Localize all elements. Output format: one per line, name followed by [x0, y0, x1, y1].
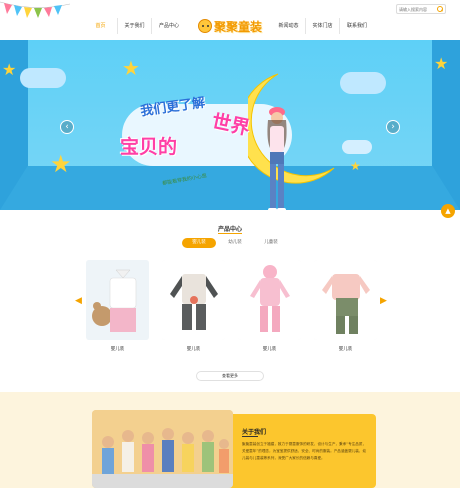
tab-kids[interactable]: 儿童装 — [254, 238, 288, 248]
back-to-top-button[interactable]: ▲ — [441, 204, 455, 218]
nav-about[interactable]: 关于我们 — [118, 18, 152, 34]
banner-next-button[interactable]: › — [386, 120, 400, 134]
nav-home[interactable]: 首页 — [84, 18, 118, 34]
bunting-decoration — [0, 1, 70, 18]
star-icon: ★ — [50, 150, 72, 178]
logo-text: 聚聚童装 — [214, 19, 263, 34]
product-image[interactable] — [314, 260, 377, 340]
banner-prev-button[interactable]: ‹ — [60, 120, 74, 134]
product-card[interactable]: 婴儿装 — [162, 260, 225, 352]
tab-toddler[interactable]: 幼儿装 — [218, 238, 252, 248]
view-more-button[interactable]: 查看更多 — [196, 371, 264, 381]
hero-banner: ★ ★ ★ ★ ★ 我们更了解 宝贝的 世界 都能看穿我的小心思 ‹ › — [0, 40, 460, 210]
nav-news[interactable]: 新闻动态 — [272, 18, 306, 34]
product-card[interactable]: 婴儿装 — [314, 260, 377, 352]
product-card[interactable]: 婴儿装 — [238, 260, 301, 352]
star-icon: ★ — [350, 159, 361, 173]
products-section-title: 产品中心 — [217, 226, 242, 233]
product-image[interactable] — [162, 260, 225, 340]
product-name[interactable]: 婴儿装 — [86, 346, 149, 352]
product-card[interactable]: 婴儿装 — [86, 260, 149, 352]
product-image[interactable] — [238, 260, 301, 340]
nav-contact[interactable]: 联系我们 — [340, 18, 374, 34]
cloud-decoration — [340, 72, 386, 94]
product-prev-arrow-icon[interactable]: ◀ — [75, 296, 82, 306]
product-next-arrow-icon[interactable]: ▶ — [380, 296, 387, 306]
star-icon: ★ — [434, 54, 449, 73]
banner-slogan-main-left: 宝贝的 — [120, 136, 178, 158]
nav-stores[interactable]: 实体门店 — [306, 18, 340, 34]
logo-face-icon — [198, 19, 212, 33]
main-nav-right: 新闻动态 实体门店 联系我们 — [272, 18, 374, 34]
search-box — [396, 4, 446, 14]
product-name[interactable]: 婴儿装 — [238, 346, 301, 352]
star-icon: ★ — [122, 56, 140, 80]
product-name[interactable]: 婴儿装 — [162, 346, 225, 352]
about-title-underline — [242, 436, 258, 437]
nav-products[interactable]: 产品中心 — [152, 18, 186, 34]
girl-photo — [267, 107, 287, 210]
product-name[interactable]: 婴儿装 — [314, 346, 377, 352]
about-title: 关于我们 — [242, 429, 267, 436]
main-nav-left: 首页 关于我们 产品中心 — [84, 18, 186, 34]
site-logo[interactable]: 聚聚童装 — [198, 17, 262, 35]
cloud-decoration — [20, 68, 66, 88]
search-icon[interactable] — [435, 5, 444, 13]
star-icon: ★ — [2, 60, 17, 79]
site-header: 首页 关于我们 产品中心 聚聚童装 新闻动态 实体门店 联系我们 — [0, 0, 460, 40]
search-input[interactable] — [397, 5, 435, 13]
cloud-decoration — [342, 140, 372, 154]
about-photo — [92, 410, 233, 488]
product-tabs: 婴儿装 幼儿装 儿童装 — [182, 238, 288, 248]
product-image[interactable] — [86, 260, 149, 340]
tab-baby[interactable]: 婴儿装 — [182, 238, 216, 248]
product-list: 婴儿装 婴儿装 婴儿装 婴儿装 — [86, 260, 377, 352]
title-underline — [218, 233, 242, 234]
about-text: 聚聚童装创立于福建，致力于婴童服饰的研发、设计与生产，秉承“专注品质，关爱童年”… — [242, 442, 367, 460]
